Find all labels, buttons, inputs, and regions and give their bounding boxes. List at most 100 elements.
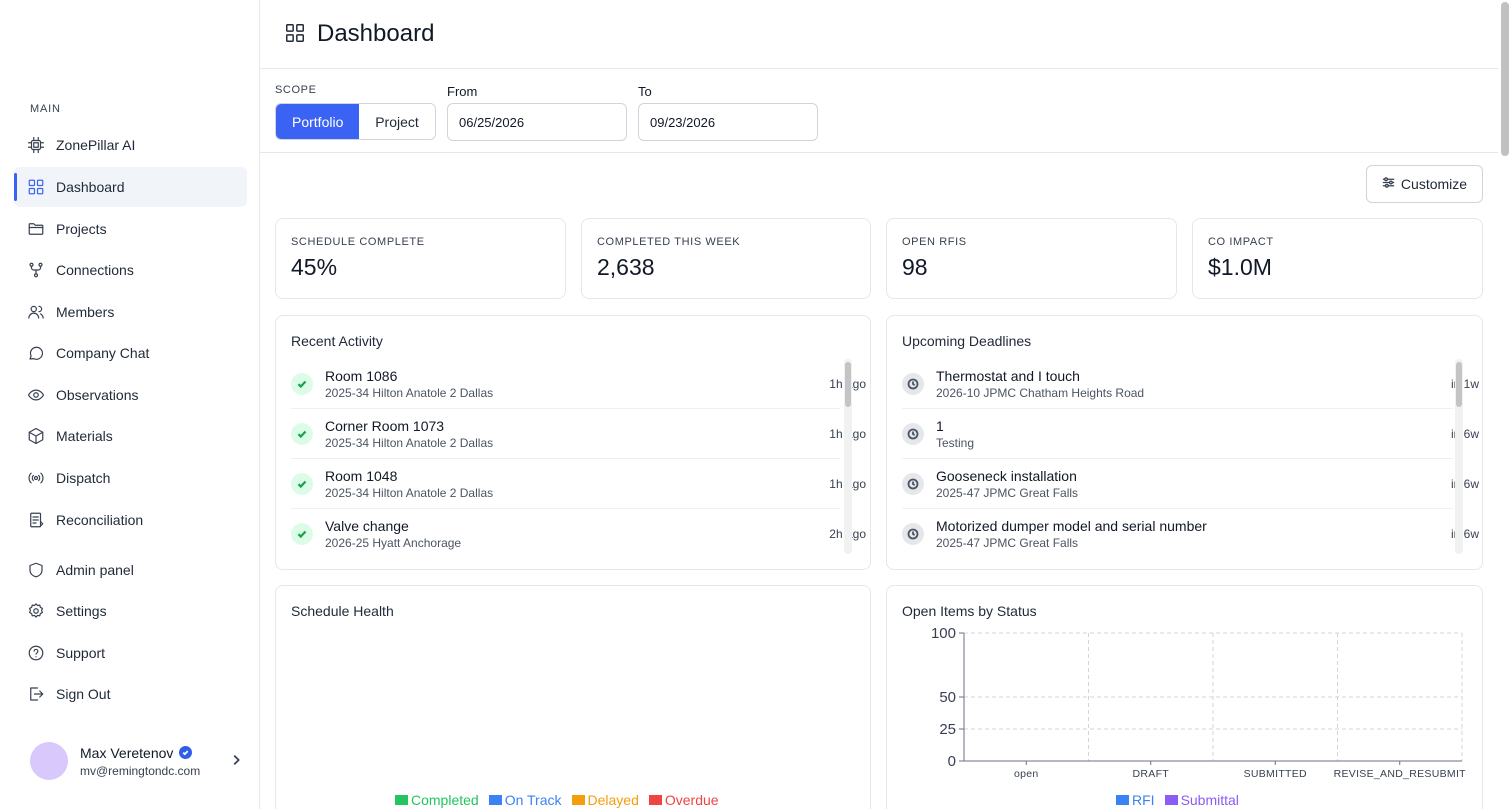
open-items-chart: 0 25 50 100 open DRAFT SUBMITTED REVISE_AND_RES… xyxy=(931,626,1466,780)
sidebar-item-label: Dispatch xyxy=(56,470,111,486)
legend-swatch xyxy=(395,795,408,805)
panel-title: Upcoming Deadlines xyxy=(902,333,1032,349)
sidebar-item-settings[interactable]: Settings xyxy=(14,591,247,631)
sidebar-item-sign-out[interactable]: Sign Out xyxy=(14,674,247,714)
panel-title: Recent Activity xyxy=(291,333,383,349)
x-tick-label: SUBMITTED xyxy=(1244,768,1307,780)
y-tick-label: 100 xyxy=(931,626,956,642)
sidebar-item-materials[interactable]: Materials xyxy=(14,416,247,456)
legend-swatch xyxy=(1164,795,1178,805)
activity-scrollbar[interactable] xyxy=(844,359,852,554)
from-label: From xyxy=(447,84,478,99)
page-header: Dashboard xyxy=(260,0,1498,69)
sidebar-item-support[interactable]: Support xyxy=(14,633,247,673)
page-scrollbar[interactable] xyxy=(1498,0,1512,809)
scrollbar-thumb[interactable] xyxy=(1456,362,1462,407)
sidebar-item-projects[interactable]: Projects xyxy=(14,209,247,249)
list-item[interactable]: Gooseneck installation 2025-47 JPMC Great… xyxy=(902,459,1479,509)
chevron-right-icon xyxy=(229,753,245,769)
sidebar-item-reconciliation[interactable]: Reconciliation xyxy=(14,500,247,540)
legend-swatch xyxy=(488,795,502,805)
item-subtitle: 2025-34 Hilton Anatole 2 Dallas xyxy=(325,435,494,450)
main-content: Dashboard SCOPE Portfolio Project From T… xyxy=(260,0,1512,809)
sidebar-item-label: Support xyxy=(56,645,106,661)
sidebar-item-label: Dashboard xyxy=(56,179,125,195)
legend-item-submittal[interactable]: Submittal xyxy=(1164,792,1239,808)
sidebar-item-members[interactable]: Members xyxy=(14,292,247,332)
stat-card-open-rfis: OPEN RFIS 98 xyxy=(886,218,1177,299)
legend-swatch xyxy=(648,795,662,805)
list-item[interactable]: 1 Testing in 6w xyxy=(902,409,1479,459)
item-title: Room 1048 xyxy=(325,467,398,484)
chat-icon xyxy=(26,343,46,363)
check-icon xyxy=(291,372,313,395)
list-item[interactable]: Motorized dumper model and serial number… xyxy=(902,509,1479,559)
sidebar-item-dispatch[interactable]: Dispatch xyxy=(14,458,247,498)
section-label-main: MAIN xyxy=(30,103,61,115)
legend-item-overdue[interactable]: Overdue xyxy=(648,792,719,808)
stat-label: OPEN RFIS xyxy=(902,236,967,248)
stat-value: 2,638 xyxy=(597,254,655,280)
legend-item-on-track[interactable]: On Track xyxy=(488,792,562,808)
clipboard-icon xyxy=(26,510,46,530)
scrollbar-thumb[interactable] xyxy=(1501,2,1509,156)
help-icon xyxy=(26,643,46,663)
sidebar-item-connections[interactable]: Connections xyxy=(14,250,247,290)
recent-activity-panel: Recent Activity Room 1086 2025-34 Hilton … xyxy=(275,315,871,570)
user-card[interactable]: Max Veretenov mv@remingtondc.com xyxy=(30,740,245,782)
deadline-list: Thermostat and I touch 2026-10 JPMC Chath… xyxy=(902,359,1479,559)
sidebar-item-observations[interactable]: Observations xyxy=(14,375,247,415)
legend-item-completed[interactable]: Completed xyxy=(395,792,479,808)
scrollbar-thumb[interactable] xyxy=(845,362,851,407)
to-date-input[interactable] xyxy=(638,103,818,141)
grid-icon xyxy=(284,22,306,47)
list-item[interactable]: Corner Room 1073 2025-34 Hilton Anatole 2… xyxy=(291,409,866,459)
sidebar-item-admin-panel[interactable]: Admin panel xyxy=(14,550,247,590)
sidebar-item-company-chat[interactable]: Company Chat xyxy=(14,333,247,373)
sidebar-item-label: Observations xyxy=(56,387,139,403)
sidebar-item-label: Company Chat xyxy=(56,345,150,361)
y-tick-label: 25 xyxy=(939,721,956,738)
y-tick-label: 50 xyxy=(939,689,956,706)
stat-card-co-impact: CO IMPACT $1.0M xyxy=(1192,218,1483,299)
legend-item-delayed[interactable]: Delayed xyxy=(571,792,639,808)
item-title: Gooseneck installation xyxy=(936,467,1077,484)
scope-project-button[interactable]: Project xyxy=(359,104,435,139)
legend-label: Delayed xyxy=(587,792,639,808)
from-date-input[interactable] xyxy=(447,103,627,141)
panel-title: Schedule Health xyxy=(291,603,394,619)
sliders-icon xyxy=(1382,176,1395,192)
stat-value: $1.0M xyxy=(1208,254,1272,280)
item-subtitle: 2025-47 JPMC Great Falls xyxy=(936,536,1079,550)
x-tick-label: DRAFT xyxy=(1133,768,1170,780)
shield-icon xyxy=(26,560,46,580)
deadlines-scrollbar[interactable] xyxy=(1455,359,1463,554)
item-subtitle: 2026-10 JPMC Chatham Heights Road xyxy=(936,385,1145,400)
item-title: 1 xyxy=(936,417,944,434)
sidebar-item-zonepillar-ai[interactable]: ZonePillar AI xyxy=(14,125,247,165)
clock-icon xyxy=(902,422,924,445)
customize-button[interactable]: Customize xyxy=(1366,165,1483,203)
item-title: Corner Room 1073 xyxy=(325,417,445,434)
list-item[interactable]: Thermostat and I touch 2026-10 JPMC Chath… xyxy=(902,359,1479,409)
list-item[interactable]: Room 1048 2025-34 Hilton Anatole 2 Dallas… xyxy=(291,459,866,509)
open-items-panel: Open Items by Status 0 25 50 100 open DRAFT SU… xyxy=(886,585,1483,809)
item-title: Valve change xyxy=(325,518,409,534)
list-item[interactable]: Valve change 2026-25 Hyatt Anchorage 2h a… xyxy=(291,509,866,559)
legend-item-rfi[interactable]: RFI xyxy=(1116,792,1155,808)
user-email: mv@remingtondc.com xyxy=(80,763,201,778)
clock-icon xyxy=(902,472,924,495)
customize-label: Customize xyxy=(1400,176,1468,192)
schedule-health-legend: Completed On Track Delayed Overdue xyxy=(395,792,719,808)
scope-portfolio-button[interactable]: Portfolio xyxy=(276,104,359,139)
list-item[interactable]: Room 1086 2025-34 Hilton Anatole 2 Dallas… xyxy=(291,359,866,409)
scope-label: SCOPE xyxy=(275,84,317,96)
panel-title: Open Items by Status xyxy=(902,603,1037,619)
sidebar-item-dashboard[interactable]: Dashboard xyxy=(14,167,247,207)
sidebar-item-label: Admin panel xyxy=(56,562,134,578)
users-icon xyxy=(26,302,46,322)
to-label: To xyxy=(638,84,652,99)
x-tick-label: open xyxy=(1014,768,1039,780)
user-name: Max Veretenov xyxy=(80,744,174,761)
scope-toggle: Portfolio Project xyxy=(275,103,436,140)
